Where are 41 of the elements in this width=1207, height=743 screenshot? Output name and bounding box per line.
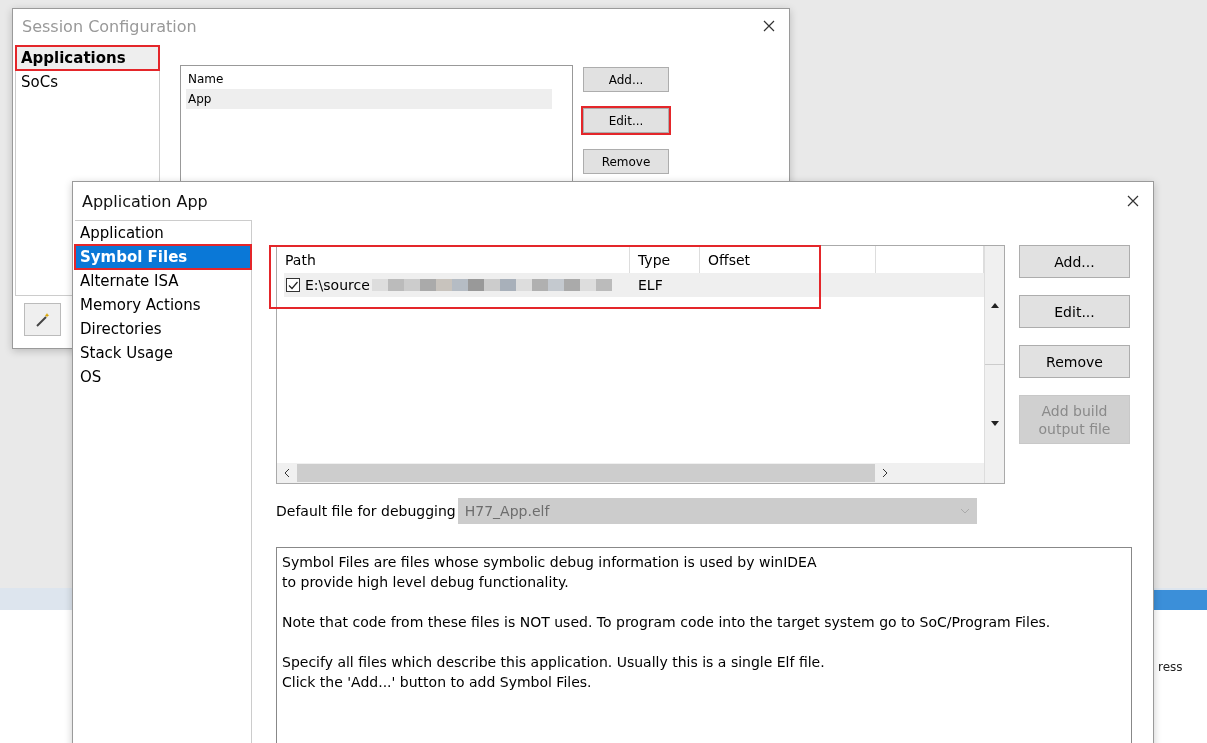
field-label: Default file for debugging xyxy=(276,503,456,519)
close-icon[interactable] xyxy=(1127,195,1139,207)
scrollbar-thumb[interactable] xyxy=(297,464,875,482)
description-text: Note that code from these files is NOT used. To program code into the target system go to SoC/Program Files. xyxy=(282,613,1052,632)
scroll-up-icon[interactable] xyxy=(990,302,999,308)
page-item[interactable]: Memory Actions xyxy=(75,293,251,317)
dialog-button[interactable]: Add... xyxy=(583,67,669,92)
wizard-button[interactable] xyxy=(24,303,61,336)
description-text: Specify all files which describe this application. Usually this is a single Elf file. xyxy=(282,653,826,672)
description-text: to provide high level debug functionality. xyxy=(282,573,570,592)
close-icon[interactable] xyxy=(763,20,775,32)
column-header: Name xyxy=(187,71,225,88)
dialog-button[interactable]: Remove xyxy=(1019,345,1130,378)
column-header: ress xyxy=(1158,660,1183,674)
page-item[interactable]: Stack Usage xyxy=(75,341,251,365)
default-file-dropdown: H77_App.elf xyxy=(457,498,977,524)
category-item[interactable]: Applications xyxy=(16,46,159,70)
dialog-button: Add build output file xyxy=(1019,395,1130,444)
vertical-scrollbar[interactable] xyxy=(984,246,1004,483)
page-item[interactable]: OS xyxy=(75,365,251,389)
list-row[interactable]: App xyxy=(186,89,552,109)
page-item[interactable]: Symbol Files xyxy=(75,245,251,269)
path-text: E:\source xyxy=(305,276,370,295)
page-item[interactable]: Alternate ISA xyxy=(75,269,251,293)
description-text: Click the 'Add...' button to add Symbol Files. xyxy=(282,673,593,692)
dialog-button[interactable]: Remove xyxy=(583,149,669,174)
page-item[interactable]: Directories xyxy=(75,317,251,341)
table-cell-text: ELF xyxy=(637,276,664,295)
window-title: Session Configuration xyxy=(22,16,197,36)
dialog-button[interactable]: Edit... xyxy=(583,108,669,133)
checkbox[interactable] xyxy=(286,278,300,292)
dialog-button[interactable]: Edit... xyxy=(1019,295,1130,328)
wand-icon xyxy=(34,311,51,328)
horizontal-scrollbar[interactable] xyxy=(277,463,984,483)
window-title: Application App xyxy=(82,191,208,211)
category-item[interactable]: SoCs xyxy=(16,70,159,94)
page-item[interactable]: Application xyxy=(75,221,251,245)
chevron-down-icon xyxy=(959,508,970,514)
dialog-button[interactable]: Add... xyxy=(1019,245,1130,278)
scroll-down-icon[interactable] xyxy=(990,421,999,427)
description-text: Symbol Files are files whose symbolic debug information is used by winIDEA xyxy=(282,553,818,572)
